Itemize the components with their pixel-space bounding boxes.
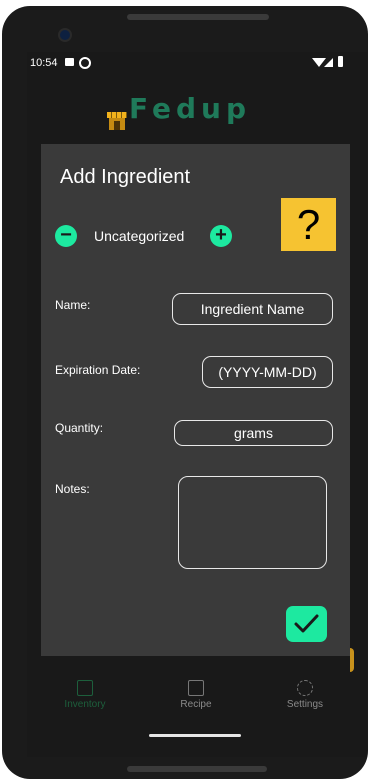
status-bar: 10:54 xyxy=(27,52,367,74)
dialog-title: Add Ingredient xyxy=(60,166,191,188)
notification-icon xyxy=(65,58,74,66)
next-category-button[interactable]: + xyxy=(210,225,232,247)
front-camera xyxy=(58,28,72,42)
plus-icon: + xyxy=(215,224,227,246)
store-icon xyxy=(107,112,127,130)
signal-icon xyxy=(324,58,333,67)
device-frame: 10:54 Fedup Add Ingredient ? − Uncategor… xyxy=(0,0,369,783)
background-fab-edge xyxy=(350,648,354,672)
nav-recipe[interactable]: Recipe xyxy=(156,680,236,710)
nav-inventory-label: Inventory xyxy=(64,699,106,710)
home-indicator[interactable] xyxy=(149,734,241,737)
quantity-label: Quantity: xyxy=(55,421,104,435)
nav-settings-label: Settings xyxy=(286,699,324,710)
earpiece xyxy=(127,14,269,20)
confirm-button[interactable] xyxy=(286,606,327,642)
name-label: Name: xyxy=(55,298,91,312)
nav-recipe-label: Recipe xyxy=(180,699,212,710)
sync-icon xyxy=(79,57,91,69)
status-time: 10:54 xyxy=(30,57,58,69)
quantity-input[interactable]: grams xyxy=(174,420,333,446)
category-selector: − Uncategorized + xyxy=(55,225,255,249)
battery-icon xyxy=(338,56,343,67)
expiration-date-label: Expiration Date: xyxy=(55,363,141,377)
settings-icon xyxy=(297,680,313,696)
previous-category-button[interactable]: − xyxy=(55,225,77,247)
checkmark-icon xyxy=(294,614,319,633)
recipe-icon xyxy=(188,680,204,696)
help-button[interactable]: ? xyxy=(281,198,336,251)
minus-icon: − xyxy=(60,224,72,246)
expiration-date-input[interactable]: (YYYY-MM-DD) xyxy=(202,356,333,388)
category-label: Uncategorized xyxy=(94,228,185,244)
bottom-nav: Inventory Recipe Settings xyxy=(27,680,367,726)
inventory-icon xyxy=(77,680,93,696)
name-input[interactable]: Ingredient Name xyxy=(172,293,333,325)
nav-settings[interactable]: Settings xyxy=(265,680,345,710)
notes-label: Notes: xyxy=(55,482,90,496)
app-screen: 10:54 Fedup Add Ingredient ? − Uncategor… xyxy=(27,52,367,757)
notes-textarea[interactable] xyxy=(178,476,327,569)
app-logo-text: Fedup xyxy=(129,92,252,125)
device-bottom-grille xyxy=(127,766,267,772)
add-ingredient-dialog: Add Ingredient ? − Uncategorized + Name:… xyxy=(41,144,350,656)
nav-inventory[interactable]: Inventory xyxy=(45,680,125,710)
